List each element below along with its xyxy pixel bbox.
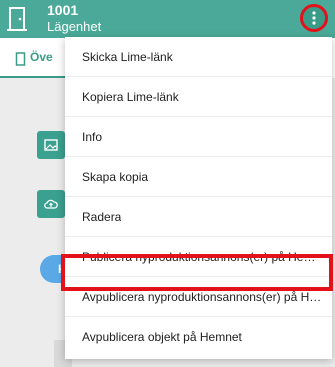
menu-item-info[interactable]: Info [65, 117, 332, 157]
menu-item-unpublish-object[interactable]: Avpublicera objekt på Hemnet [65, 317, 332, 357]
menu-item-label: Skicka Lime-länk [82, 49, 173, 64]
menu-item-label: Kopiera Lime-länk [82, 89, 179, 104]
menu-item-label: Avpublicera nyproduktionsannons(er) på H… [82, 289, 322, 304]
menu-item-copy-lime-link[interactable]: Kopiera Lime-länk [65, 77, 332, 117]
door-icon [15, 52, 26, 66]
cloud-upload-icon [44, 199, 58, 209]
image-icon [44, 139, 58, 151]
page-title: 1001 [47, 2, 79, 18]
tab-overview[interactable]: Öve [0, 38, 72, 78]
tab-active-indicator [0, 76, 72, 78]
more-options-menu: Skicka Lime-länk Kopiera Lime-länk Info … [65, 37, 332, 359]
menu-item-delete[interactable]: Radera [65, 197, 332, 237]
app-header: 1001 Lägenhet [0, 0, 335, 38]
image-tile[interactable] [37, 131, 65, 159]
more-options-button[interactable] [300, 4, 328, 32]
page-subtitle: Lägenhet [47, 19, 102, 34]
menu-item-send-lime-link[interactable]: Skicka Lime-länk [65, 37, 332, 77]
door-icon [7, 7, 27, 31]
menu-item-label: Radera [82, 209, 122, 224]
menu-item-label: Skapa kopia [82, 169, 149, 184]
highlight-box [61, 254, 333, 291]
menu-item-label: Avpublicera objekt på Hemnet [82, 330, 242, 344]
menu-item-create-copy[interactable]: Skapa kopia [65, 157, 332, 197]
upload-tile[interactable] [37, 190, 65, 218]
more-vertical-icon [312, 11, 316, 25]
tab-label: Öve [30, 50, 53, 64]
menu-item-label: Info [82, 129, 103, 144]
